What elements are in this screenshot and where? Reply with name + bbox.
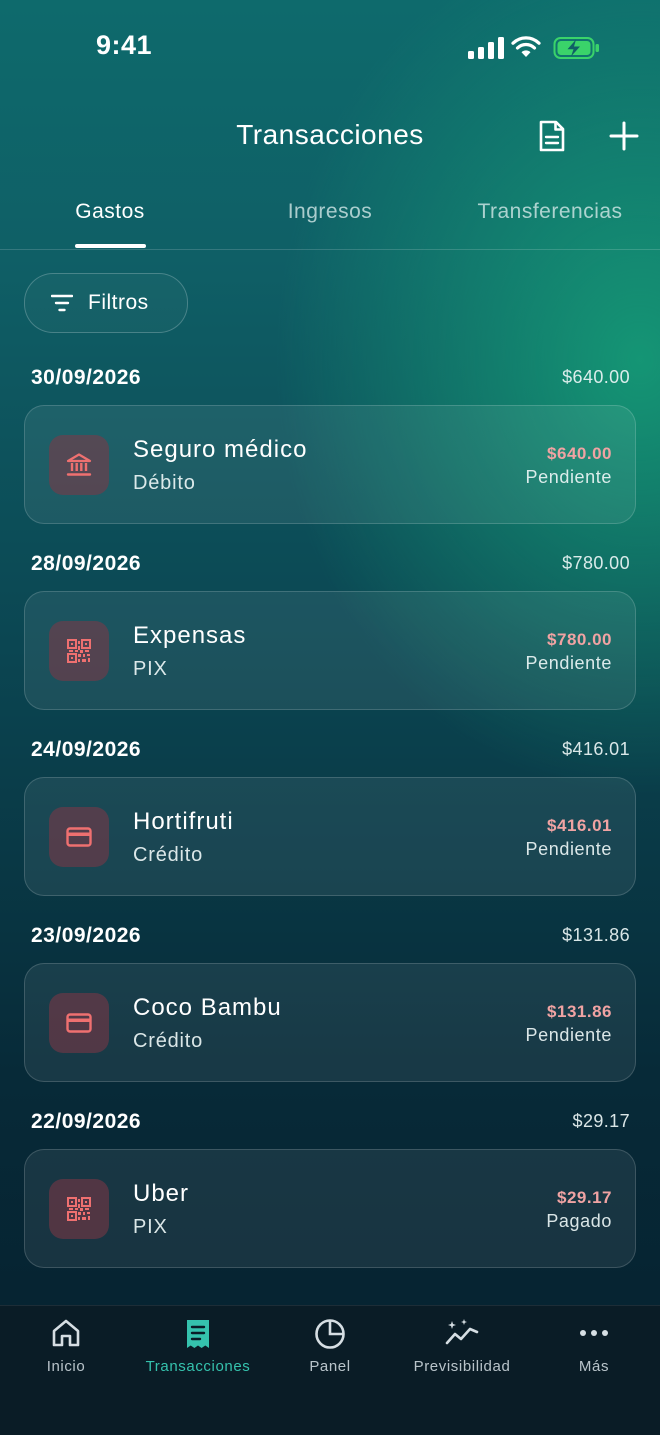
tab-gastos[interactable]: Gastos	[0, 200, 220, 224]
bottom-navigation: Inicio Transacciones Panel Previsibilida…	[0, 1305, 660, 1435]
trend-sparkle-icon	[445, 1319, 479, 1345]
transaction-status: Pagado	[546, 1211, 612, 1231]
group-date: 30/09/2026	[31, 366, 142, 389]
app-header: Transacciones	[0, 100, 660, 172]
date-group: 24/09/2026 $416.01 Hortifruti Crédito $4…	[0, 724, 660, 910]
transaction-status: Pendiente	[525, 1025, 612, 1045]
transaction-card[interactable]: Hortifruti Crédito $416.01 Pendiente	[24, 777, 636, 896]
nav-item-previsibilidad[interactable]: Previsibilidad	[396, 1306, 528, 1406]
transaction-name: Hortifruti	[133, 808, 234, 835]
transaction-card[interactable]: Seguro médico Débito $640.00 Pendiente	[24, 405, 636, 524]
payment-method: Crédito	[133, 844, 204, 866]
payment-method: PIX	[133, 1216, 168, 1238]
payment-method: Crédito	[133, 1030, 204, 1052]
qr-code-icon	[49, 621, 109, 681]
transaction-type-tabs: Gastos Ingresos Transferencias	[0, 188, 660, 250]
more-dots-icon	[580, 1330, 608, 1336]
transaction-name: Uber	[133, 1180, 190, 1207]
transaction-card[interactable]: Uber PIX $29.17 Pagado	[24, 1149, 636, 1268]
date-group: 30/09/2026 $640.00 Seguro médico Débito …	[0, 352, 660, 538]
nav-label: Panel	[309, 1358, 351, 1375]
status-time: 9:41	[96, 30, 153, 60]
document-icon[interactable]	[537, 119, 567, 153]
filters-button[interactable]: Filtros	[24, 273, 188, 333]
group-date: 23/09/2026	[31, 924, 142, 947]
nav-label: Previsibilidad	[413, 1358, 511, 1375]
group-total: $416.01	[562, 739, 630, 759]
transaction-amount: $131.86	[547, 1002, 612, 1021]
group-date: 24/09/2026	[31, 738, 142, 761]
nav-label: Transacciones	[145, 1358, 251, 1375]
filter-icon	[51, 294, 73, 312]
qr-code-icon	[49, 1179, 109, 1239]
transaction-amount: $416.01	[547, 816, 612, 835]
add-transaction-icon[interactable]	[608, 120, 640, 152]
nav-item-inicio[interactable]: Inicio	[0, 1306, 132, 1406]
transaction-amount: $780.00	[547, 630, 612, 649]
cellular-signal-icon	[468, 37, 504, 59]
payment-method: Débito	[133, 472, 196, 494]
date-group: 28/09/2026 $780.00 Expensas PIX $780.00 …	[0, 538, 660, 724]
transaction-status: Pendiente	[525, 839, 612, 859]
nav-label: Inicio	[46, 1358, 86, 1375]
bank-icon	[49, 435, 109, 495]
transaction-name: Seguro médico	[133, 436, 308, 463]
nav-label: Más	[578, 1358, 610, 1375]
transaction-name: Coco Bambu	[133, 994, 282, 1021]
payment-method: PIX	[133, 658, 168, 680]
group-total: $29.17	[572, 1111, 630, 1131]
wifi-icon	[511, 36, 541, 57]
pie-chart-icon	[315, 1319, 345, 1349]
date-group: 23/09/2026 $131.86 Coco Bambu Crédito $1…	[0, 910, 660, 1096]
credit-card-icon	[49, 993, 109, 1053]
active-tab-indicator	[75, 244, 146, 248]
tab-ingresos[interactable]: Ingresos	[220, 200, 440, 224]
tab-transferencias[interactable]: Transferencias	[440, 200, 660, 224]
status-bar: 9:41	[0, 0, 660, 96]
transaction-status: Pendiente	[525, 467, 612, 487]
transaction-card[interactable]: Coco Bambu Crédito $131.86 Pendiente	[24, 963, 636, 1082]
nav-item-panel[interactable]: Panel	[264, 1306, 396, 1406]
transaction-name: Expensas	[133, 622, 247, 649]
transaction-amount: $640.00	[547, 444, 612, 463]
filters-label: Filtros	[88, 291, 149, 314]
home-icon	[52, 1319, 80, 1347]
nav-item-transacciones[interactable]: Transacciones	[132, 1306, 264, 1406]
transaction-list: 30/09/2026 $640.00 Seguro médico Débito …	[0, 352, 660, 1282]
group-date: 28/09/2026	[31, 552, 142, 575]
group-total: $131.86	[562, 925, 630, 945]
credit-card-icon	[49, 807, 109, 867]
transaction-status: Pendiente	[525, 653, 612, 673]
battery-charging-icon	[553, 37, 599, 59]
transaction-card[interactable]: Expensas PIX $780.00 Pendiente	[24, 591, 636, 710]
group-total: $640.00	[562, 367, 630, 387]
group-date: 22/09/2026	[31, 1110, 142, 1133]
receipt-icon	[187, 1320, 209, 1348]
nav-item-mas[interactable]: Más	[528, 1306, 660, 1406]
transaction-amount: $29.17	[557, 1188, 612, 1207]
date-group: 22/09/2026 $29.17 Uber PIX $29.17 Pagado	[0, 1096, 660, 1282]
group-total: $780.00	[562, 553, 630, 573]
